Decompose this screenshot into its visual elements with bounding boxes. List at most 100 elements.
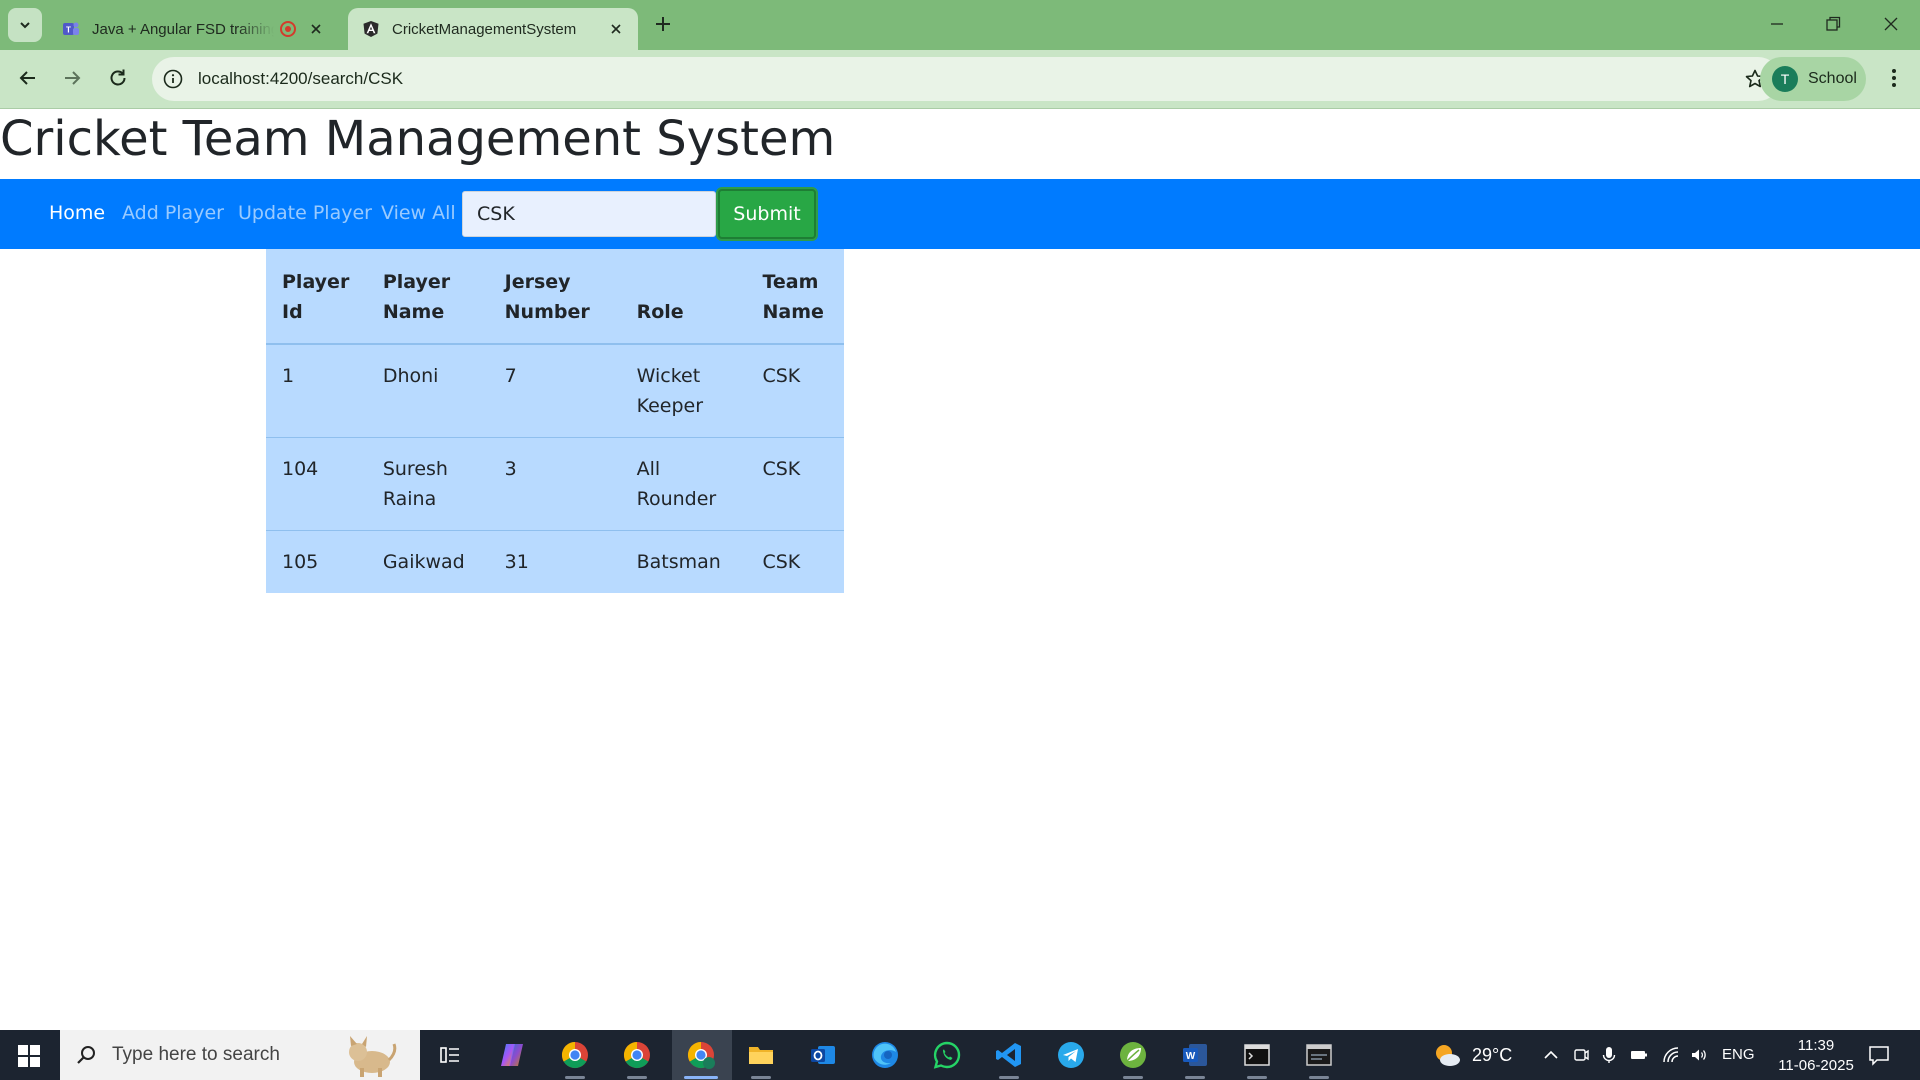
- vscode-icon[interactable]: [994, 1040, 1024, 1070]
- battery-icon[interactable]: [1630, 1046, 1648, 1064]
- profile-button[interactable]: T School: [1760, 57, 1866, 101]
- profile-name: School: [1808, 70, 1857, 87]
- cell-player-id: 1: [282, 365, 295, 387]
- more-vert-icon[interactable]: [1882, 66, 1906, 90]
- windows-start-icon[interactable]: [18, 1045, 40, 1067]
- copilot-icon[interactable]: [497, 1040, 527, 1070]
- search-input[interactable]: [462, 191, 716, 237]
- chrome-icon[interactable]: [560, 1040, 590, 1070]
- table-row: 1 Dhoni 7 Wicket Keeper CSK: [266, 344, 844, 438]
- notification-icon[interactable]: [1868, 1044, 1890, 1066]
- running-indicator: [1123, 1076, 1143, 1079]
- chevron-down-icon: [20, 22, 30, 29]
- cell-team-name: CSK: [762, 365, 801, 387]
- taskbar-search-box[interactable]: Type here to search: [60, 1030, 420, 1080]
- running-indicator: [1247, 1076, 1267, 1079]
- submit-button[interactable]: Submit: [718, 189, 816, 239]
- whatsapp-icon[interactable]: [932, 1040, 962, 1070]
- cell-player-id: 105: [266, 530, 367, 593]
- running-indicator: [565, 1076, 585, 1079]
- chrome-icon[interactable]: [622, 1040, 652, 1070]
- cell-jersey-number: 31: [488, 530, 621, 593]
- search-placeholder: Type here to search: [112, 1044, 280, 1065]
- edge-icon[interactable]: [870, 1040, 900, 1070]
- weather-temperature: 29°C: [1472, 1044, 1513, 1065]
- clock-date: 11-06-2025: [1778, 1057, 1854, 1074]
- header-team-name: Team Name: [746, 249, 844, 345]
- back-arrow-icon[interactable]: [16, 66, 40, 90]
- page-content: Cricket Team Management System Home Add …: [0, 109, 1920, 1030]
- svg-text:T: T: [66, 26, 71, 35]
- weather-sun-cloud-icon: [1436, 1045, 1460, 1066]
- outlook-icon[interactable]: [808, 1040, 838, 1070]
- cell-role: Batsman: [620, 530, 747, 593]
- table-header-row: Player Id Player Name Jersey Number Role…: [266, 249, 844, 345]
- running-indicator: [1309, 1076, 1329, 1079]
- browser-toolbar: localhost:4200/search/CSK T School: [0, 50, 1920, 109]
- browser-tab-strip: T Java + Angular FSD training CricketMan…: [0, 0, 1920, 50]
- tab-cricket-management-system[interactable]: CricketManagementSystem: [348, 8, 638, 50]
- cell-team-name: CSK: [746, 437, 844, 531]
- svg-text:W: W: [1186, 1051, 1196, 1062]
- tab-title: CricketManagementSystem: [392, 20, 577, 38]
- telegram-icon[interactable]: [1056, 1040, 1086, 1070]
- minimize-icon[interactable]: [1767, 14, 1787, 34]
- cell-player-name: Gaikwad: [366, 530, 489, 593]
- table-row: 105 Gaikwad 31 Batsman CSK: [266, 530, 844, 593]
- chevron-up-icon[interactable]: [1542, 1046, 1560, 1064]
- page-title: Cricket Team Management System: [0, 111, 836, 167]
- header-player-id: Player Id: [266, 249, 367, 345]
- windows-taskbar: Type here to search W 29°C ENG 11:39 11-…: [0, 1030, 1920, 1080]
- plus-icon[interactable]: [652, 13, 674, 35]
- angular-icon: [363, 21, 379, 37]
- active-indicator: [684, 1076, 718, 1079]
- reload-icon[interactable]: [106, 66, 130, 90]
- tab-search-button[interactable]: [8, 8, 42, 42]
- tab-title: Java + Angular FSD training: [92, 20, 274, 38]
- restore-icon[interactable]: [1823, 14, 1843, 34]
- meet-now-icon[interactable]: [1572, 1046, 1590, 1064]
- table-row: 104 Suresh Raina 3 All Rounder CSK: [266, 437, 844, 531]
- nav-add-player-link[interactable]: Add Player: [122, 202, 224, 224]
- cell-jersey-number: 3: [488, 437, 621, 531]
- close-icon[interactable]: [608, 21, 624, 37]
- cell-role: All Rounder: [620, 437, 747, 531]
- cell-role: Wicket Keeper: [636, 365, 704, 417]
- file-explorer-icon[interactable]: [746, 1040, 776, 1070]
- language-indicator[interactable]: ENG: [1722, 1046, 1755, 1063]
- tab-java-angular-training[interactable]: T Java + Angular FSD training: [48, 8, 338, 50]
- wifi-icon[interactable]: [1662, 1046, 1680, 1064]
- mysql-console-icon[interactable]: [1304, 1040, 1334, 1070]
- search-icon: [77, 1046, 95, 1064]
- nav-update-player-link[interactable]: Update Player: [238, 202, 372, 224]
- header-role: Role: [620, 249, 747, 345]
- chrome-profile-icon[interactable]: [686, 1040, 716, 1070]
- nav-home-link[interactable]: Home: [49, 202, 105, 224]
- header-jersey-number: Jersey Number: [488, 249, 621, 345]
- avatar: T: [1772, 66, 1798, 92]
- cat-illustration-icon: [349, 1036, 397, 1077]
- running-indicator: [751, 1076, 771, 1079]
- close-window-icon[interactable]: [1881, 14, 1901, 34]
- address-bar[interactable]: localhost:4200/search/CSK: [152, 57, 1780, 101]
- word-icon[interactable]: W: [1180, 1040, 1210, 1070]
- task-view-icon[interactable]: [435, 1040, 465, 1070]
- taskbar-clock[interactable]: 11:39 11-06-2025: [1770, 1036, 1862, 1076]
- players-table: Player Id Player Name Jersey Number Role…: [266, 249, 844, 593]
- cell-player-id: 104: [266, 437, 367, 531]
- url-text: localhost:4200/search/CSK: [198, 69, 404, 88]
- header-player-name: Player Name: [366, 249, 489, 345]
- microphone-icon[interactable]: [1600, 1046, 1618, 1064]
- cell-team-name: CSK: [746, 530, 844, 593]
- cell-player-name: Suresh Raina: [366, 437, 489, 531]
- site-info-icon[interactable]: [162, 68, 184, 90]
- forward-arrow-icon[interactable]: [60, 66, 84, 90]
- running-indicator: [1185, 1076, 1205, 1079]
- close-icon[interactable]: [308, 21, 324, 37]
- volume-icon[interactable]: [1690, 1046, 1708, 1064]
- nav-view-all-link[interactable]: View All: [381, 202, 456, 224]
- spring-tools-icon[interactable]: [1118, 1040, 1148, 1070]
- terminal-icon[interactable]: [1242, 1040, 1272, 1070]
- running-indicator: [999, 1076, 1019, 1079]
- weather-widget[interactable]: 29°C: [1432, 1042, 1512, 1068]
